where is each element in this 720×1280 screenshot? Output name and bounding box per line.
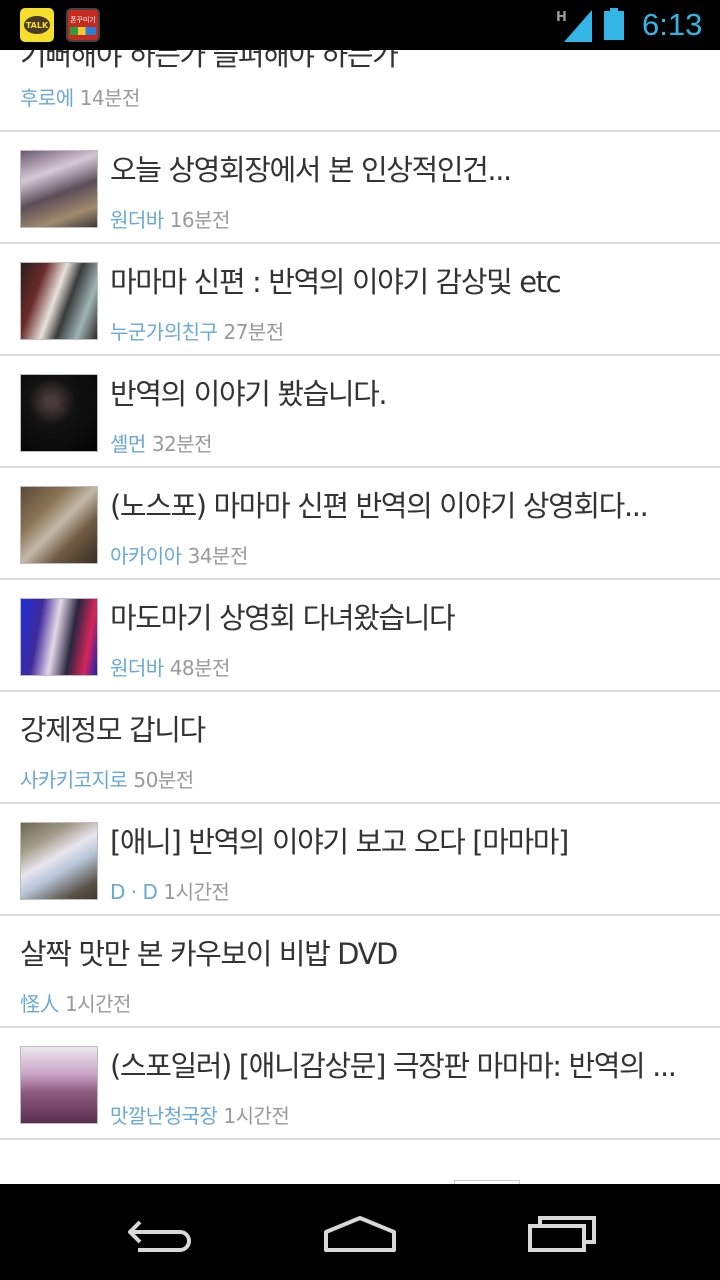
post-time: 16분전: [169, 208, 231, 232]
post-time: 1시간전: [65, 992, 131, 1016]
post-author: 원더바: [110, 208, 164, 232]
post-time: 50분전: [133, 768, 194, 792]
post-feed[interactable]: 기뻐해야 하는가 슬퍼해야 하는가 후로에 14분전 오늘 상영회장에서 본 인상…: [0, 50, 720, 1184]
post-meta: 怪人 1시간전: [20, 991, 131, 1017]
post-thumbnail: [20, 150, 98, 228]
post-thumbnail: [20, 822, 98, 900]
list-item[interactable]: 마도마기 상영회 다녀왔습니다 원더바 48분전: [0, 580, 720, 692]
list-item[interactable]: 오늘 상영회장에서 본 인상적인건... 원더바 16분전: [0, 132, 720, 244]
list-item[interactable]: (노스포) 마마마 신편 반역의 이야기 상영회다... 아카이아 34분전: [0, 468, 720, 580]
post-meta: 아카이아 34분전: [110, 543, 248, 569]
post-author: 怪人: [20, 992, 60, 1016]
post-meta: D · D 1시간전: [110, 879, 230, 905]
post-title: 반역의 이야기 봤습니다.: [110, 377, 388, 411]
network-type-label: H: [556, 10, 567, 25]
post-thumbnail: [20, 486, 98, 564]
kakaotalk-icon: TALK: [20, 8, 54, 42]
app-notification-stripe: [70, 27, 96, 35]
post-author: 사카키코지로: [20, 768, 128, 792]
list-item[interactable]: (스포일러) [애니감상문] 극장판 마마마: 반역의 ... 맛깔난청국장 1시…: [0, 1028, 720, 1140]
list-item[interactable]: [애니] 반역의 이야기 보고 오다 [마마마] D · D 1시간전: [0, 804, 720, 916]
post-author: 아카이아: [110, 544, 182, 568]
post-title: (스포일러) [애니감상문] 극장판 마마마: 반역의 ...: [110, 1049, 677, 1083]
post-meta: 후로에 14분전: [20, 85, 140, 111]
list-item[interactable]: 살짝 맛만 본 카우보이 비밥 DVD 怪人 1시간전: [0, 916, 720, 1028]
post-thumbnail: [20, 598, 98, 676]
post-thumbnail: [20, 262, 98, 340]
post-meta: 맛깔난청국장 1시간전: [110, 1103, 290, 1129]
list-item[interactable]: 반역의 이야기 봤습니다. 셸먼 32분전: [0, 356, 720, 468]
post-time: 1시간전: [223, 1104, 290, 1128]
home-icon[interactable]: [320, 1206, 400, 1258]
post-author: 셸먼: [110, 432, 146, 456]
status-bar: TALK 폰꾸미기 H 6:13: [0, 0, 720, 50]
post-thumbnail: [20, 1046, 98, 1124]
clock: 6:13: [642, 7, 703, 42]
post-thumbnail: [20, 374, 98, 452]
post-meta: 사카키코지로 50분전: [20, 767, 194, 793]
post-title: 살짝 맛만 본 카우보이 비밥 DVD: [20, 937, 398, 971]
signal-icon: H: [556, 10, 592, 42]
screen: TALK 폰꾸미기 H 6:13 기뻐해야 하는가 슬퍼해야 하는가 후로에 14…: [0, 0, 720, 1280]
kakaotalk-label: TALK: [24, 16, 50, 34]
post-title: 기뻐해야 하는가 슬퍼해야 하는가: [20, 50, 399, 72]
recent-apps-icon[interactable]: [524, 1206, 604, 1258]
post-time: 34분전: [187, 544, 249, 568]
post-title: 오늘 상영회장에서 본 인상적인건...: [110, 153, 512, 187]
post-title: 마도마기 상영회 다녀왔습니다: [110, 601, 456, 635]
post-meta: 원더바 48분전: [110, 655, 230, 681]
post-author: 원더바: [110, 656, 164, 680]
post-author: D · D: [110, 880, 158, 904]
post-title: 마마마 신편 : 반역의 이야기 감상및 etc: [110, 265, 562, 299]
list-item[interactable]: 마마마 신편 : 반역의 이야기 감상및 etc 누군가의친구 27분전: [0, 244, 720, 356]
post-meta: 원더바 16분전: [110, 207, 230, 233]
post-title: (노스포) 마마마 신편 반역의 이야기 상영회다...: [110, 489, 649, 523]
list-item[interactable]: 기뻐해야 하는가 슬퍼해야 하는가 후로에 14분전: [0, 50, 720, 132]
post-author: 누군가의친구: [110, 320, 218, 344]
post-author: 맛깔난청국장: [110, 1104, 218, 1128]
post-author: 후로에: [20, 86, 74, 110]
post-meta: 셸먼 32분전: [110, 431, 213, 457]
post-title: [애니] 반역의 이야기 보고 오다 [마마마]: [110, 825, 569, 859]
app-notification-icon: 폰꾸미기: [66, 8, 100, 42]
post-meta: 누군가의친구 27분전: [110, 319, 284, 345]
list-item[interactable]: 강제정모 갑니다 사카키코지로 50분전: [0, 692, 720, 804]
app-notification-label: 폰꾸미기: [70, 16, 96, 24]
navigation-bar: [0, 1184, 720, 1280]
post-time: 32분전: [151, 432, 213, 456]
post-time: 1시간전: [163, 880, 230, 904]
post-title: 강제정모 갑니다: [20, 713, 206, 747]
post-time: 27분전: [223, 320, 284, 344]
battery-icon: [604, 8, 624, 40]
back-icon[interactable]: [120, 1206, 200, 1258]
post-time: 14분전: [79, 86, 141, 110]
post-time: 48분전: [169, 656, 231, 680]
